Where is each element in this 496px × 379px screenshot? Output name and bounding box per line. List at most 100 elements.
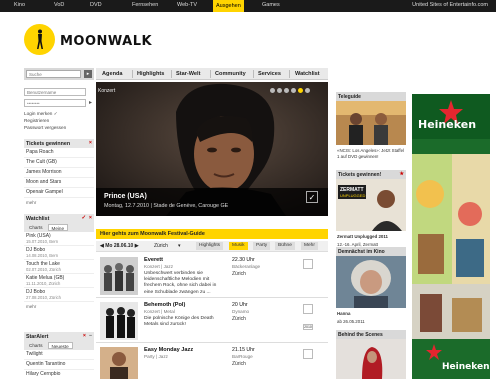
username-field[interactable]	[24, 88, 86, 96]
tab-charts[interactable]: Charts	[26, 224, 46, 231]
filter-party[interactable]: Party	[253, 242, 271, 250]
heineken-ad-graphic	[412, 94, 490, 379]
forgot-password-link[interactable]: Passwort vergessen	[24, 124, 94, 131]
carousel-dot[interactable]	[291, 88, 296, 93]
event-title[interactable]: Easy Monday Jazz	[144, 347, 193, 353]
ticket-item[interactable]: Moon and Stars	[24, 178, 94, 188]
carousel-dot[interactable]	[277, 88, 282, 93]
event-time: 22.30 Uhr	[232, 257, 255, 263]
close-icon[interactable]: ×	[89, 215, 92, 221]
ticket-item[interactable]: Openair Gampel	[24, 188, 94, 198]
check-icon[interactable]: ✓	[82, 215, 86, 221]
chevron-down-icon[interactable]: ▾	[178, 243, 181, 249]
register-link[interactable]: Registrieren	[24, 117, 94, 124]
carousel-dot[interactable]	[305, 88, 310, 93]
ticket-item[interactable]: Papa Roach	[24, 148, 94, 158]
tab-community[interactable]: Community	[215, 71, 246, 77]
event-thumbnail[interactable]	[100, 302, 138, 340]
watchlist-more-link[interactable]: mehr	[24, 302, 94, 311]
top-navigation: Kino VoD DVD Fernsehen Web-TV Ausgehen G…	[0, 0, 496, 12]
staralert-item[interactable]: Twilight	[24, 350, 94, 360]
event-time: 20 Uhr	[232, 302, 248, 308]
carousel-dot[interactable]	[284, 88, 289, 93]
tickets-more-link[interactable]: mehr	[24, 198, 94, 207]
tab-neueste[interactable]: Neueste	[47, 342, 73, 349]
tab-agenda[interactable]: Agenda	[102, 71, 123, 77]
cinema-title[interactable]: Hanna	[336, 310, 406, 318]
add-to-watchlist-checkbox[interactable]	[303, 304, 313, 314]
tab-watchlist[interactable]: Watchlist	[295, 71, 320, 77]
search-button[interactable]: ▸	[84, 70, 92, 78]
tab-services[interactable]: Services	[258, 71, 281, 77]
watchlist-item[interactable]: Touch the Lake 02.07.2010, Zürich	[24, 260, 94, 274]
nav-item-web-tv[interactable]: Web-TV	[177, 2, 197, 8]
event-genre: Party | Jazz	[144, 354, 168, 359]
filter-musik[interactable]: Musik	[229, 242, 248, 250]
login-box: ▸ Login merken ✓ Registrieren Passwort v…	[24, 88, 94, 131]
hero-caption[interactable]: Prince (USA) Montag, 12.7.2010 | Stade d…	[96, 188, 328, 216]
teleguide-image[interactable]	[336, 101, 406, 145]
minus-icon[interactable]: −	[89, 333, 92, 339]
event-row[interactable]: Easy Monday Jazz Party | Jazz 21.15 Uhr …	[96, 344, 328, 379]
close-icon[interactable]: ×	[89, 140, 92, 146]
ticket-item[interactable]: The Cult (GB)	[24, 158, 94, 168]
watchlist-item[interactable]: DJ Bobo 14.08.2010, Bern	[24, 246, 94, 260]
event-row[interactable]: Behemoth (Pol) Konzert | Metal Die polni…	[96, 299, 328, 343]
password-field[interactable]	[24, 99, 86, 107]
staralert-item[interactable]: Quentin Tarantino	[24, 360, 94, 370]
event-thumbnail[interactable]	[100, 347, 138, 379]
brand-name[interactable]: MOONWALK	[60, 34, 152, 49]
search-input[interactable]	[26, 70, 81, 78]
event-venue[interactable]: Bäckeranlage	[232, 264, 260, 269]
watchlist-item[interactable]: Pink (USA) 15.07.2010, Bern	[24, 232, 94, 246]
remember-login[interactable]: Login merken ✓	[24, 110, 94, 117]
event-thumbnail[interactable]	[100, 257, 138, 295]
date-selector[interactable]: ◀ Mo 28.06.10 ▶	[100, 243, 139, 249]
festival-guide-banner[interactable]: Hier gehts zum Moonwalk Festival-Guide	[96, 229, 328, 239]
watchlist-item-date: 14.08.2010, Bern	[26, 253, 59, 258]
filter-highlights[interactable]: Highlights	[196, 242, 224, 250]
tab-star-welt[interactable]: Star-Welt	[176, 71, 200, 77]
tab-highlights[interactable]: Highlights	[137, 71, 164, 77]
filter-mehr[interactable]: Mehr	[301, 242, 318, 250]
login-arrow-icon[interactable]: ▸	[89, 99, 92, 106]
zermatt-promo-image[interactable]: ZERMATT UNPLUGGED	[336, 179, 406, 231]
tickets-box: Tickets gewinnen × Papa Roach The Cult (…	[24, 139, 94, 207]
carousel-dot-active[interactable]	[298, 88, 303, 93]
tickets-heading-text: Tickets gewinnen	[26, 141, 71, 147]
staralert-item[interactable]: Hilary Cernpbio	[24, 370, 94, 379]
heineken-advertisement[interactable]: Heineken Heineken	[412, 94, 490, 379]
ticket-item[interactable]: James Morrison	[24, 168, 94, 178]
cinema-image[interactable]	[336, 256, 406, 308]
network-link[interactable]: United Sites of Entertainfo.com	[412, 2, 488, 8]
tab-charts[interactable]: Charts	[26, 342, 46, 349]
city-select[interactable]: Zürich	[154, 243, 168, 249]
tickets-promo-title[interactable]: Zermatt Unplugged 2011	[336, 233, 406, 241]
add-to-watchlist-checkbox[interactable]	[303, 259, 313, 269]
carousel-dot[interactable]	[270, 88, 275, 93]
nav-item-dvd[interactable]: DVD	[90, 2, 102, 8]
filter-buehne[interactable]: Bühne	[275, 242, 295, 250]
add-to-watchlist-checkbox[interactable]	[303, 349, 313, 359]
nav-item-fernsehen[interactable]: Fernsehen	[132, 2, 158, 8]
nav-item-games[interactable]: Games	[262, 2, 280, 8]
event-title[interactable]: Everett	[144, 257, 163, 263]
event-genre: Konzert | Jazz	[144, 264, 174, 269]
nav-item-ausgehen[interactable]: Ausgehen	[213, 0, 244, 12]
hero-title: Prince (USA)	[104, 193, 147, 200]
hero-watchlist-check-icon[interactable]: ✓	[306, 191, 318, 203]
cinema-heading: Demnächst im Kino	[336, 247, 406, 256]
behind-scenes-image[interactable]	[336, 339, 406, 379]
event-row[interactable]: Everett Konzert | Jazz Unbeschwert verbi…	[96, 254, 328, 298]
watchlist-item[interactable]: DJ Bobo 27.08.2010, Zürich	[24, 288, 94, 302]
event-venue[interactable]: BarRouge	[232, 354, 253, 359]
close-icon[interactable]: ×	[83, 333, 86, 339]
event-venue[interactable]: Dynamo	[232, 309, 249, 314]
watchlist-item[interactable]: Katie Melua (GB) 11.11.2010, Zürich	[24, 274, 94, 288]
tab-meine[interactable]: Meine	[47, 224, 69, 231]
teleguide-caption[interactable]: «NCIS: Los Angeles»: Jetzt Staffel 1 auf…	[336, 147, 406, 160]
tab-divider	[253, 70, 254, 78]
event-title[interactable]: Behemoth (Pol)	[144, 302, 185, 308]
nav-item-vod[interactable]: VoD	[54, 2, 64, 8]
nav-item-kino[interactable]: Kino	[14, 2, 25, 8]
